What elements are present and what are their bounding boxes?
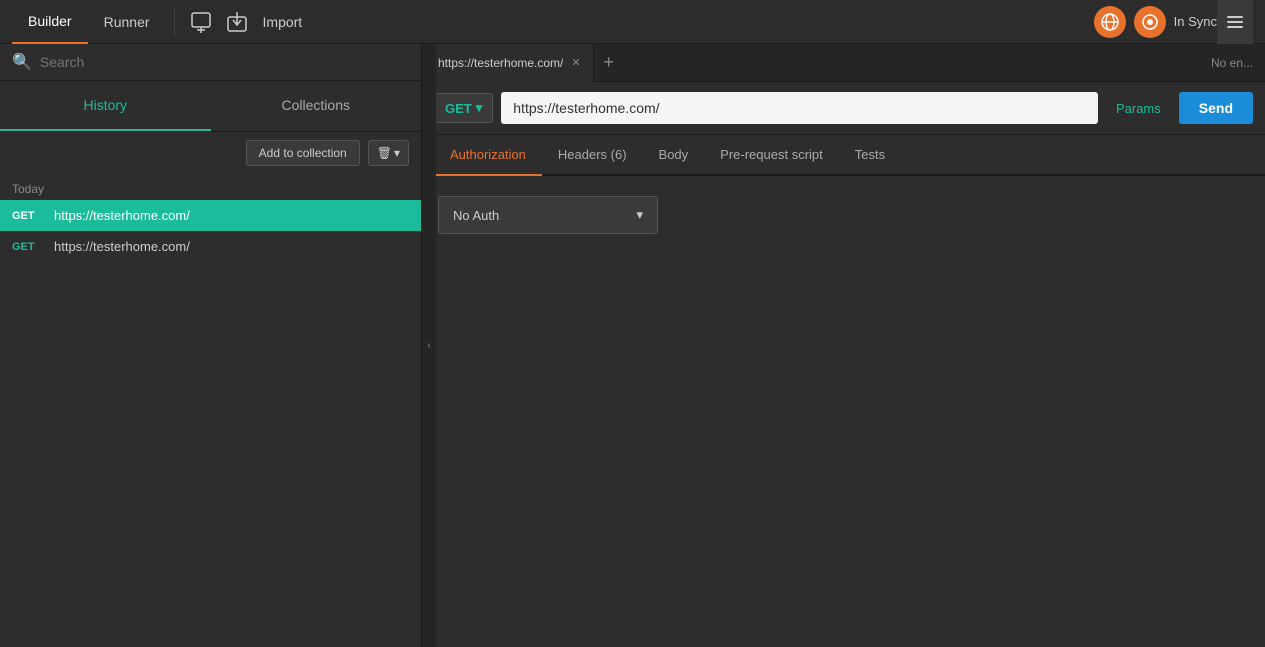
history-tab-label: History [83, 97, 127, 113]
search-icon: 🔍 [12, 52, 32, 72]
method-select[interactable]: GET ▾ [434, 93, 493, 123]
content-area: https://testerhome.com/ ✕ + No en... GET… [422, 44, 1265, 647]
history-item[interactable]: GET https://testerhome.com/ [0, 231, 421, 262]
tab-pre-request-script[interactable]: Pre-request script [704, 135, 839, 176]
sidebar: 🔍 History Collections Add to collection … [0, 44, 422, 647]
top-nav: Builder Runner Import [0, 0, 1265, 44]
new-request-icon[interactable] [183, 4, 219, 40]
import-label: Import [263, 14, 303, 30]
delete-dropdown-icon: ▾ [394, 146, 400, 160]
url-bar: GET ▾ Params Send [422, 82, 1265, 135]
sidebar-toolbar: Add to collection 🗑 ▾ [0, 132, 421, 174]
auth-area: No Auth ▾ [422, 176, 1265, 254]
method-badge: GET [12, 210, 44, 222]
builder-tab-label: Builder [28, 13, 72, 29]
url-input[interactable] [501, 92, 1098, 124]
tab-tests[interactable]: Tests [839, 135, 901, 176]
add-to-collection-button[interactable]: Add to collection [246, 140, 360, 166]
nav-divider [174, 8, 175, 36]
send-button[interactable]: Send [1179, 92, 1253, 124]
runner-tab[interactable]: Runner [88, 0, 166, 44]
params-button[interactable]: Params [1106, 95, 1171, 122]
globe-icon[interactable] [1094, 6, 1126, 38]
tab-authorization[interactable]: Authorization [434, 135, 542, 176]
chevron-left-icon: ‹ [427, 340, 430, 351]
delete-button[interactable]: 🗑 ▾ [368, 140, 409, 166]
method-chevron-icon: ▾ [476, 100, 483, 116]
collections-tab-label: Collections [282, 97, 350, 113]
add-tab-button[interactable]: + [594, 48, 624, 78]
method-label: GET [445, 101, 472, 116]
item-url: https://testerhome.com/ [54, 208, 190, 223]
trash-icon: 🗑 [377, 146, 392, 160]
sync-icon[interactable] [1134, 6, 1166, 38]
sidebar-tabs: History Collections [0, 81, 421, 132]
builder-tab[interactable]: Builder [12, 0, 88, 44]
tab-headers[interactable]: Headers (6) [542, 135, 643, 176]
history-item[interactable]: GET https://testerhome.com/ [0, 200, 421, 231]
auth-type-value: No Auth [453, 208, 499, 223]
search-bar: 🔍 [0, 44, 421, 81]
runner-tab-label: Runner [104, 14, 150, 30]
close-tab-icon[interactable]: ✕ [571, 56, 580, 69]
tabs-bar: https://testerhome.com/ ✕ + No en... [422, 44, 1265, 82]
item-url: https://testerhome.com/ [54, 239, 190, 254]
sync-label: In Sync [1174, 14, 1217, 29]
tab-body[interactable]: Body [643, 135, 705, 176]
menu-button[interactable] [1217, 0, 1253, 44]
request-tab-label: https://testerhome.com/ [438, 56, 563, 70]
today-section-label: Today [0, 174, 421, 200]
request-tab[interactable]: https://testerhome.com/ ✕ [426, 44, 594, 82]
collapse-sidebar-handle[interactable]: ‹ [422, 44, 436, 647]
main-layout: 🔍 History Collections Add to collection … [0, 44, 1265, 647]
auth-dropdown-chevron-icon: ▾ [636, 207, 643, 223]
method-badge: GET [12, 241, 44, 253]
import-icon[interactable] [219, 4, 255, 40]
request-tabs: Authorization Headers (6) Body Pre-reque… [422, 135, 1265, 176]
sync-area: In Sync [1094, 6, 1217, 38]
search-input[interactable] [40, 54, 409, 70]
no-environment-label: No en... [1199, 56, 1265, 70]
auth-type-dropdown[interactable]: No Auth ▾ [438, 196, 658, 234]
collections-tab[interactable]: Collections [211, 81, 422, 131]
history-tab[interactable]: History [0, 81, 211, 131]
import-button[interactable]: Import [255, 14, 311, 30]
